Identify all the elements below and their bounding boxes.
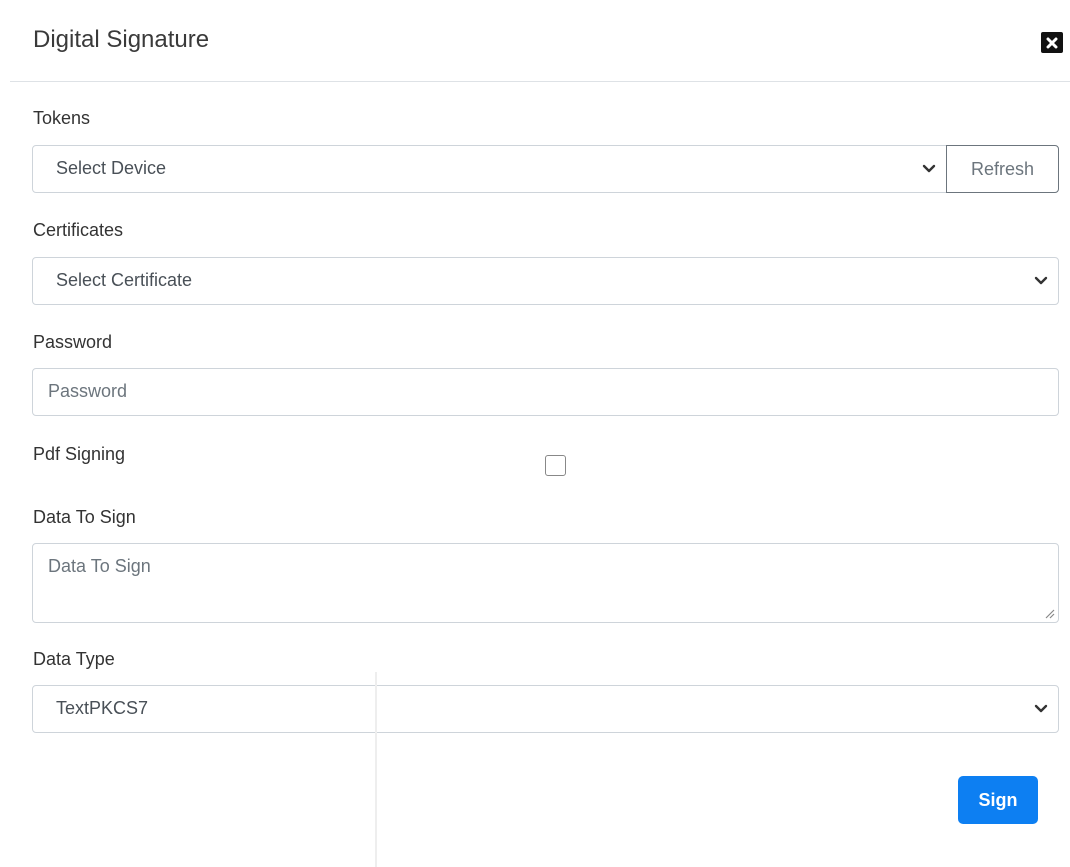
password-placeholder: Password: [48, 381, 128, 401]
resize-handle-icon[interactable]: [1043, 607, 1055, 619]
tokens-label: Tokens: [33, 108, 91, 128]
close-icon: [1046, 37, 1058, 48]
pdf-signing-checkbox[interactable]: [545, 455, 566, 476]
data-type-label: Data Type: [33, 649, 115, 669]
chevron-down-icon: [1034, 276, 1048, 285]
tokens-select[interactable]: Select Device: [32, 145, 947, 193]
certificates-select-value: Select Certificate: [56, 270, 193, 290]
close-button[interactable]: [1041, 32, 1063, 53]
certificates-select[interactable]: Select Certificate: [32, 257, 1059, 305]
certificates-label: Certificates: [33, 220, 124, 240]
data-to-sign-label: Data To Sign: [33, 507, 136, 527]
password-field[interactable]: Password: [32, 368, 1059, 416]
chevron-down-icon: [922, 164, 936, 173]
refresh-button[interactable]: Refresh: [946, 145, 1059, 193]
data-type-select-value: TextPKCS7: [56, 698, 149, 718]
chevron-down-icon: [1034, 704, 1048, 713]
sign-button[interactable]: Sign: [958, 776, 1038, 824]
data-to-sign-textarea[interactable]: Data To Sign: [32, 543, 1059, 623]
dialog-header: Digital Signature: [10, 0, 1070, 82]
password-label: Password: [33, 332, 113, 352]
data-to-sign-placeholder: Data To Sign: [48, 556, 151, 576]
divider: [375, 672, 377, 867]
pdf-signing-label: Pdf Signing: [33, 444, 126, 464]
dialog-title: Digital Signature: [33, 26, 210, 53]
digital-signature-dialog: Digital Signature Tokens Select Device R…: [0, 0, 1070, 867]
data-type-select[interactable]: TextPKCS7: [32, 685, 1059, 733]
tokens-select-value: Select Device: [56, 158, 167, 178]
